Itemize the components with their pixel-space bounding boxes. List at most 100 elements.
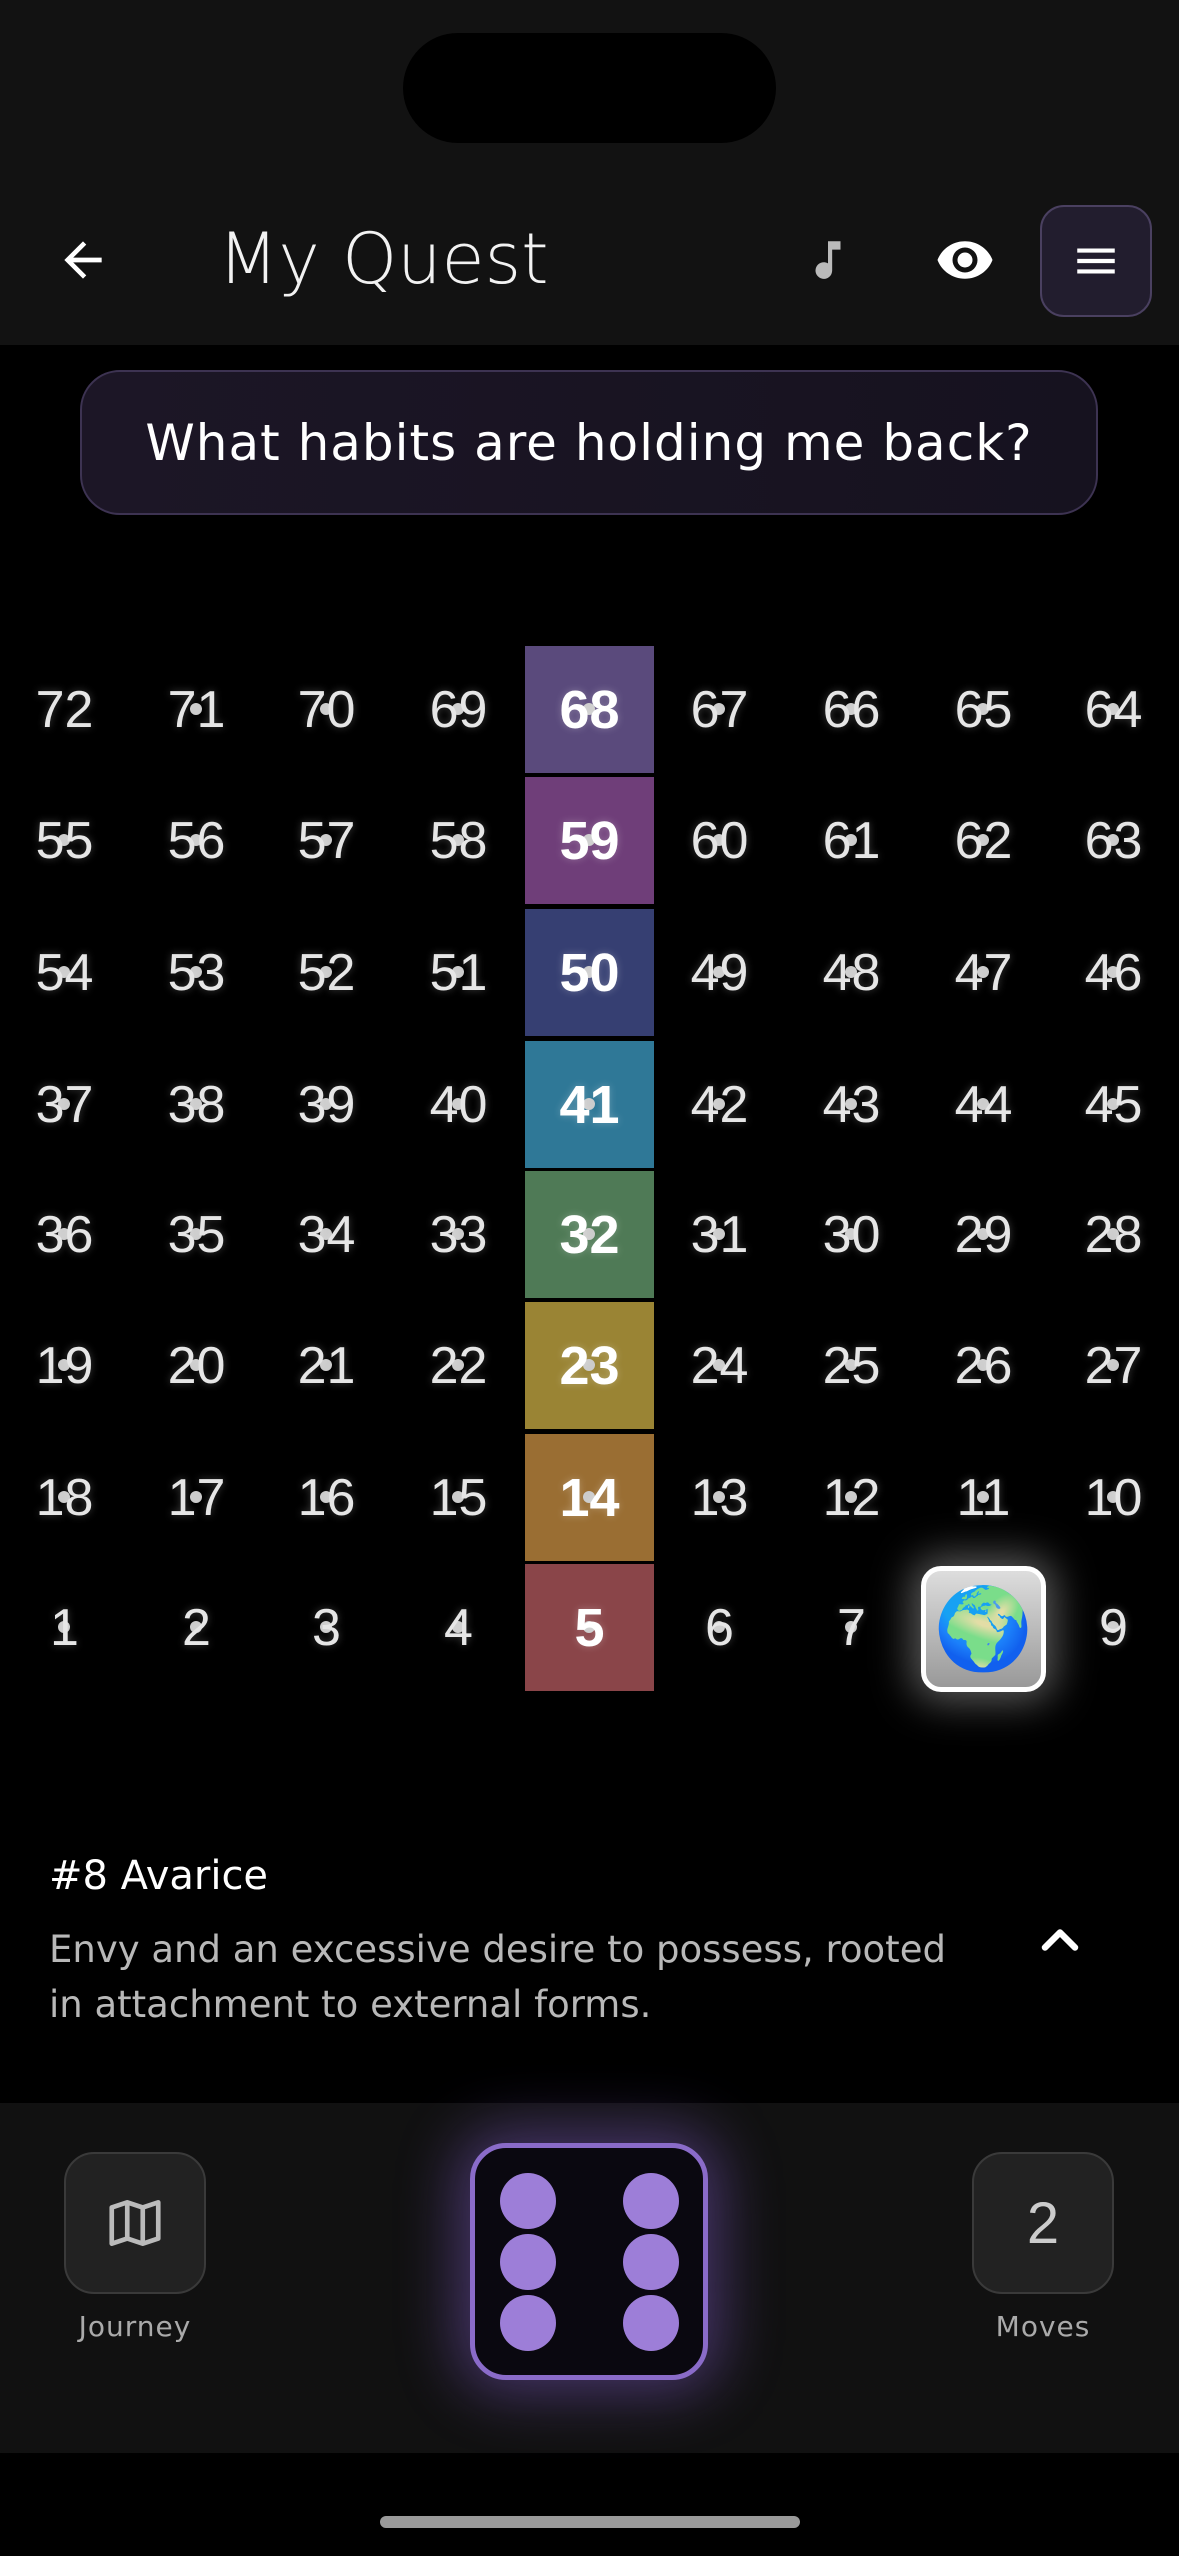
board-square-23[interactable]: 23	[524, 1300, 655, 1431]
board-square-55[interactable]: 55	[0, 775, 130, 906]
board-square-44[interactable]: 44	[918, 1039, 1049, 1170]
board-square-25[interactable]: 25	[786, 1300, 917, 1431]
music-note-icon	[815, 241, 841, 279]
board-square-32[interactable]: 32	[524, 1169, 655, 1300]
board-square-38[interactable]: 38	[131, 1039, 262, 1170]
board-square-31[interactable]: 31	[654, 1169, 785, 1300]
board-square-30[interactable]: 30	[786, 1169, 917, 1300]
board-square-62[interactable]: 62	[918, 775, 1049, 906]
board-square-24[interactable]: 24	[654, 1300, 785, 1431]
hamburger-menu-icon	[1077, 248, 1115, 274]
board-square-6[interactable]: 6	[654, 1562, 785, 1693]
home-indicator[interactable]	[380, 2516, 800, 2528]
board-square-15[interactable]: 15	[393, 1432, 524, 1563]
board-square-35[interactable]: 35	[131, 1169, 262, 1300]
board-square-50[interactable]: 50	[524, 907, 655, 1038]
board-square-52[interactable]: 52	[261, 907, 392, 1038]
menu-button[interactable]	[1040, 205, 1152, 317]
quest-question[interactable]: What habits are holding me back?	[80, 370, 1098, 515]
dice-button[interactable]	[470, 2143, 708, 2380]
page-title: My Quest	[218, 218, 549, 300]
board-square-46[interactable]: 46	[1048, 907, 1179, 1038]
board-square-36[interactable]: 36	[0, 1169, 130, 1300]
board-square-45[interactable]: 45	[1048, 1039, 1179, 1170]
board-square-71[interactable]: 71	[131, 644, 262, 775]
chevron-up-icon[interactable]	[1030, 1910, 1090, 1970]
board-square-20[interactable]: 20	[131, 1300, 262, 1431]
square-description: Envy and an excessive desire to possess,…	[49, 1928, 946, 2026]
board-square-16[interactable]: 16	[261, 1432, 392, 1563]
board-square-1[interactable]: 1	[0, 1562, 130, 1693]
board-square-27[interactable]: 27	[1048, 1300, 1179, 1431]
board-square-21[interactable]: 21	[261, 1300, 392, 1431]
board-square-67[interactable]: 67	[654, 644, 785, 775]
board-square-48[interactable]: 48	[786, 907, 917, 1038]
board-square-54[interactable]: 54	[0, 907, 130, 1038]
board-square-10[interactable]: 10	[1048, 1432, 1179, 1563]
board-square-65[interactable]: 65	[918, 644, 1049, 775]
globe-icon: 🌍	[933, 1584, 1034, 1673]
board-square-47[interactable]: 47	[918, 907, 1049, 1038]
board-square-72[interactable]: 72	[0, 644, 130, 775]
board-square-40[interactable]: 40	[393, 1039, 524, 1170]
moves-counter[interactable]: 2	[972, 2152, 1114, 2294]
board-square-57[interactable]: 57	[261, 775, 392, 906]
board-square-29[interactable]: 29	[918, 1169, 1049, 1300]
board-square-4[interactable]: 4	[393, 1562, 524, 1693]
journey-button[interactable]	[64, 2152, 206, 2294]
board-square-66[interactable]: 66	[786, 644, 917, 775]
board-square-13[interactable]: 13	[654, 1432, 785, 1563]
board-square-60[interactable]: 60	[654, 775, 785, 906]
board-square-17[interactable]: 17	[131, 1432, 262, 1563]
board-square-69[interactable]: 69	[393, 644, 524, 775]
board-square-49[interactable]: 49	[654, 907, 785, 1038]
board-square-61[interactable]: 61	[786, 775, 917, 906]
board-square-51[interactable]: 51	[393, 907, 524, 1038]
board-square-70[interactable]: 70	[261, 644, 392, 775]
die-pip	[623, 2295, 679, 2351]
board-square-11[interactable]: 11	[918, 1432, 1049, 1563]
journey-label: Journey	[78, 2310, 192, 2343]
back-button[interactable]	[38, 215, 128, 305]
die-pip	[500, 2173, 556, 2229]
board-square-53[interactable]: 53	[131, 907, 262, 1038]
die-pip	[623, 2234, 679, 2290]
board-square-3[interactable]: 3	[261, 1562, 392, 1693]
arrow-left-icon	[64, 241, 102, 279]
board-square-14[interactable]: 14	[524, 1432, 655, 1563]
die-pip	[500, 2234, 556, 2290]
visibility-button[interactable]	[920, 215, 1010, 305]
board-square-37[interactable]: 37	[0, 1039, 130, 1170]
dynamic-island	[403, 33, 776, 143]
board-square-26[interactable]: 26	[918, 1300, 1049, 1431]
board-square-63[interactable]: 63	[1048, 775, 1179, 906]
player-token[interactable]: 🌍	[921, 1566, 1046, 1692]
board-square-7[interactable]: 7	[786, 1562, 917, 1693]
board-square-34[interactable]: 34	[261, 1169, 392, 1300]
board-square-18[interactable]: 18	[0, 1432, 130, 1563]
board-square-59[interactable]: 59	[524, 775, 655, 906]
eye-icon	[937, 241, 993, 279]
die-pip	[623, 2173, 679, 2229]
board-square-39[interactable]: 39	[261, 1039, 392, 1170]
board-square-58[interactable]: 58	[393, 775, 524, 906]
board-square-9[interactable]: 9	[1048, 1562, 1179, 1693]
board-square-64[interactable]: 64	[1048, 644, 1179, 775]
board-square-28[interactable]: 28	[1048, 1169, 1179, 1300]
moves-label: Moves	[995, 2310, 1091, 2343]
board-square-5[interactable]: 5	[524, 1562, 655, 1693]
board-square-42[interactable]: 42	[654, 1039, 785, 1170]
board-square-41[interactable]: 41	[524, 1039, 655, 1170]
board-square-68[interactable]: 68	[524, 644, 655, 775]
square-title: #8 Avarice	[49, 1853, 269, 1899]
map-icon	[109, 2200, 161, 2246]
board-square-12[interactable]: 12	[786, 1432, 917, 1563]
board-square-56[interactable]: 56	[131, 775, 262, 906]
game-board: 72 71 70 69 68 67 66 65 64 55 56 57 58 59 60 61 62 63 54 53…	[0, 640, 1179, 1700]
board-square-22[interactable]: 22	[393, 1300, 524, 1431]
board-square-19[interactable]: 19	[0, 1300, 130, 1431]
board-square-33[interactable]: 33	[393, 1169, 524, 1300]
board-square-43[interactable]: 43	[786, 1039, 917, 1170]
music-button[interactable]	[783, 215, 873, 305]
board-square-2[interactable]: 2	[131, 1562, 262, 1693]
